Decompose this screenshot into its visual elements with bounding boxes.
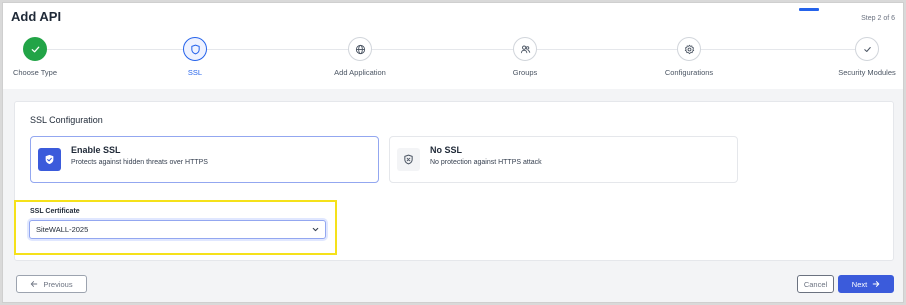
step-groups[interactable]: Groups xyxy=(465,37,585,77)
step-configurations[interactable]: Configurations xyxy=(629,37,749,77)
step-security-modules[interactable]: Security Modules xyxy=(807,37,906,77)
cancel-button[interactable]: Cancel xyxy=(797,275,834,293)
option-title: No SSL xyxy=(430,145,463,155)
step-choose-type[interactable]: Choose Type xyxy=(0,37,95,77)
option-description: No protection against HTTPS attack xyxy=(430,159,542,166)
option-description: Protects against hidden threats over HTT… xyxy=(71,159,208,166)
cancel-label: Cancel xyxy=(803,279,828,289)
shield-check-icon xyxy=(38,148,61,171)
step-ssl[interactable]: SSL xyxy=(135,37,255,77)
gear-icon xyxy=(677,37,701,61)
chevron-down-icon xyxy=(312,227,319,232)
enable-ssl-option[interactable]: Enable SSL Protects against hidden threa… xyxy=(30,136,379,183)
ssl-certificate-label: SSL Certificate xyxy=(30,208,80,215)
arrow-left-icon xyxy=(31,281,38,287)
previous-label: Previous xyxy=(43,279,73,289)
shield-icon xyxy=(183,37,207,61)
check-icon xyxy=(855,37,879,61)
ssl-certificate-value: SiteWALL-2025 xyxy=(36,225,89,234)
step-label: Groups xyxy=(512,68,538,77)
users-icon xyxy=(513,37,537,61)
check-icon xyxy=(23,37,47,61)
previous-button[interactable]: Previous xyxy=(16,275,87,293)
arrow-right-icon xyxy=(872,281,880,287)
step-label: Security Modules xyxy=(838,68,896,77)
step-label: Choose Type xyxy=(12,68,58,77)
wizard-window: Add API Step 2 of 6 Choose Type SSL Add … xyxy=(2,2,904,303)
step-counter: Step 2 of 6 xyxy=(861,15,895,22)
step-label: Configurations xyxy=(664,68,714,77)
option-title: Enable SSL xyxy=(71,145,121,155)
ssl-certificate-select[interactable]: SiteWALL-2025 xyxy=(29,220,326,239)
card-title: SSL Configuration xyxy=(30,115,103,125)
next-button[interactable]: Next xyxy=(838,275,894,293)
step-label: SSL xyxy=(187,68,203,77)
page-title: Add API xyxy=(11,9,62,24)
next-label: Next xyxy=(851,279,868,289)
step-add-application[interactable]: Add Application xyxy=(300,37,420,77)
step-label: Add Application xyxy=(334,68,386,77)
globe-icon xyxy=(348,37,372,61)
shield-x-icon xyxy=(397,148,420,171)
active-indicator xyxy=(799,8,819,11)
no-ssl-option[interactable]: No SSL No protection against HTTPS attac… xyxy=(389,136,738,183)
wizard-header: Add API Step 2 of 6 Choose Type SSL Add … xyxy=(3,3,903,89)
